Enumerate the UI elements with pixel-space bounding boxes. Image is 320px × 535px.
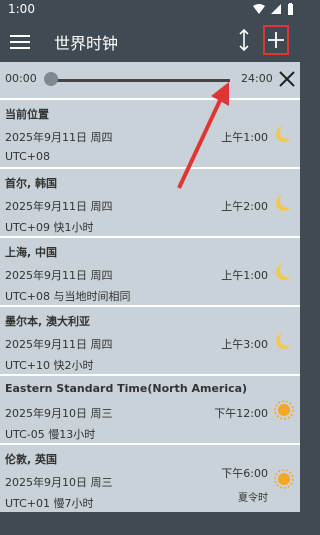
city-date: 2025年9月11日 周四 xyxy=(5,338,113,351)
moon-icon xyxy=(276,194,294,211)
city-card[interactable]: 当前位置 2025年9月11日 周四 UTC+08 上午1:00 xyxy=(0,98,300,167)
city-utc-offset: UTC+08 xyxy=(5,150,51,163)
city-utc-offset: UTC+08 与当地时间相同 xyxy=(5,290,131,303)
city-name: 当前位置 xyxy=(5,108,49,121)
city-utc-offset: UTC+01 慢7小时 xyxy=(5,497,94,510)
time-slider: 00:00 24:00 xyxy=(0,62,300,98)
page-title: 世界时钟 xyxy=(54,34,119,53)
city-name: Eastern Standard Time(North America) xyxy=(5,382,248,395)
sun-icon xyxy=(274,400,294,420)
city-time: 上午1:00 xyxy=(221,269,268,282)
city-card[interactable]: 墨尔本, 澳大利亚 2025年9月11日 周四 UTC+10 快2小时 上午3:… xyxy=(0,305,300,374)
city-time: 上午2:00 xyxy=(221,200,268,213)
sun-icon xyxy=(274,469,294,489)
city-time: 下午6:00 xyxy=(221,467,268,480)
city-name: 伦敦, 英国 xyxy=(5,453,58,466)
slider-thumb[interactable] xyxy=(44,72,58,86)
dst-label: 夏令时 xyxy=(238,493,268,504)
city-list: 当前位置 2025年9月11日 周四 UTC+08 上午1:00 首尔, 韩国 … xyxy=(0,98,300,512)
city-date: 2025年9月10日 周三 xyxy=(5,407,113,420)
city-name: 墨尔本, 澳大利亚 xyxy=(5,315,91,328)
city-date: 2025年9月11日 周四 xyxy=(5,131,113,144)
city-utc-offset: UTC+10 快2小时 xyxy=(5,359,94,372)
city-date: 2025年9月11日 周四 xyxy=(5,200,113,213)
city-name: 上海, 中国 xyxy=(5,246,58,259)
moon-icon xyxy=(276,125,294,142)
plus-icon xyxy=(268,32,284,48)
moon-icon xyxy=(276,263,294,280)
add-city-button[interactable] xyxy=(263,25,289,55)
close-icon[interactable] xyxy=(276,68,298,90)
city-utc-offset: UTC-05 慢13小时 xyxy=(5,428,96,441)
city-card[interactable]: 伦敦, 英国 2025年9月10日 周三 UTC+01 慢7小时 下午6:00 … xyxy=(0,443,300,512)
city-card[interactable]: 首尔, 韩国 2025年9月11日 周四 UTC+09 快1小时 上午2:00 xyxy=(0,167,300,236)
status-icons xyxy=(253,3,294,15)
menu-icon[interactable] xyxy=(10,31,30,51)
slider-end-label: 24:00 xyxy=(241,72,273,85)
status-time: 1:00 xyxy=(8,2,35,16)
sort-icon[interactable] xyxy=(233,28,255,52)
city-card[interactable]: Eastern Standard Time(North America) 202… xyxy=(0,374,300,443)
slider-start-label: 00:00 xyxy=(5,72,37,85)
city-time: 下午12:00 xyxy=(214,407,268,420)
city-name: 首尔, 韩国 xyxy=(5,177,58,190)
city-card[interactable]: 上海, 中国 2025年9月11日 周四 UTC+08 与当地时间相同 上午1:… xyxy=(0,236,300,305)
city-time: 上午3:00 xyxy=(221,338,268,351)
status-bar: 1:00 xyxy=(0,0,300,20)
moon-icon xyxy=(276,332,294,349)
city-utc-offset: UTC+09 快1小时 xyxy=(5,221,94,234)
battery-icon xyxy=(288,3,293,15)
city-date: 2025年9月10日 周三 xyxy=(5,476,113,489)
city-date: 2025年9月11日 周四 xyxy=(5,269,113,282)
app-bar: 世界时钟 xyxy=(0,20,300,62)
cell-signal-icon xyxy=(271,4,281,14)
wifi-icon xyxy=(253,4,265,14)
annotation-arrow xyxy=(177,82,229,189)
